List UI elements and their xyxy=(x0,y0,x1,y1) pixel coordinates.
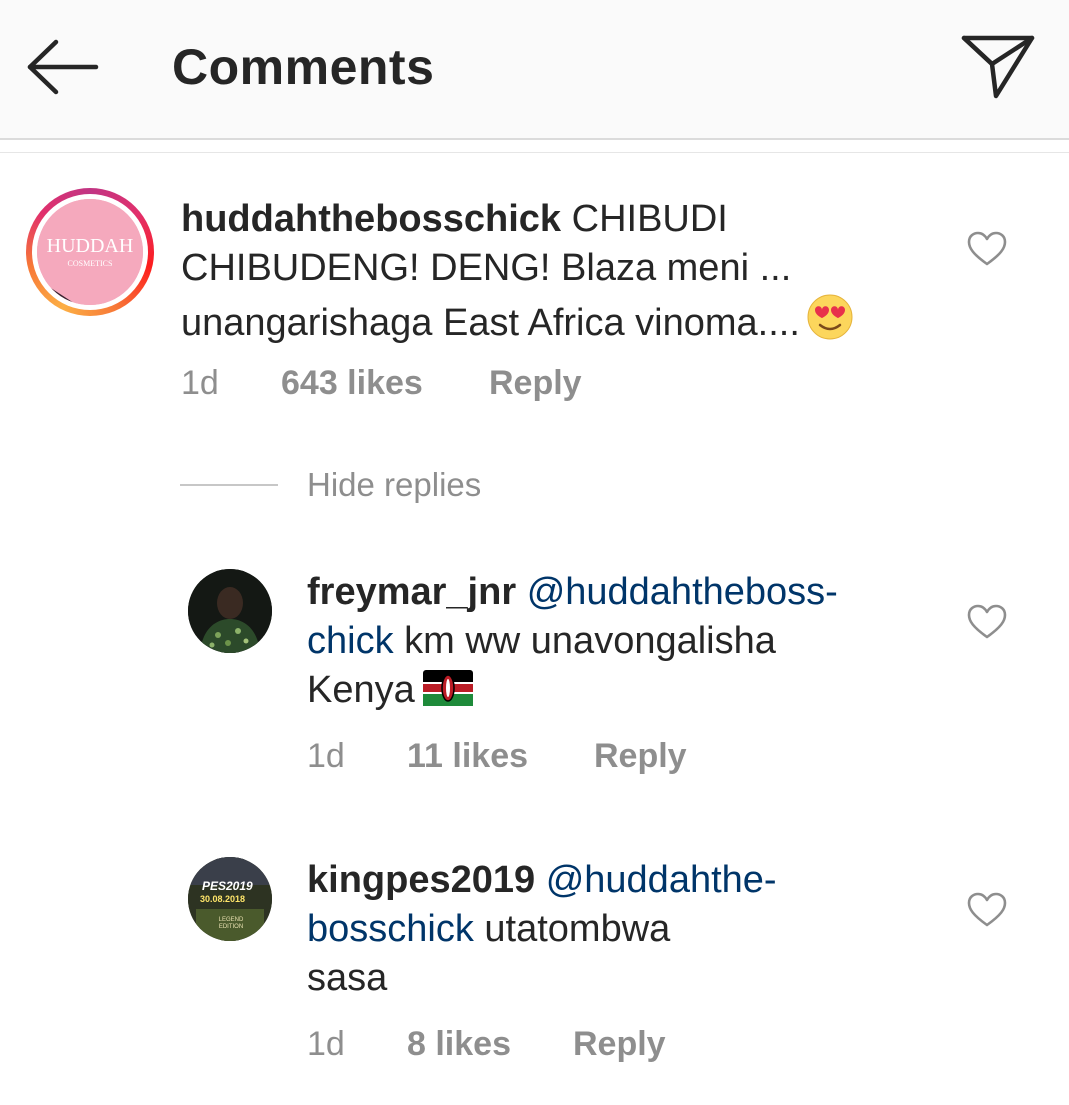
reply-body-end: Kenya xyxy=(307,669,415,711)
avatar[interactable] xyxy=(188,569,272,653)
reply-button[interactable]: Reply xyxy=(594,737,687,776)
reply-username[interactable]: kingpes2019 xyxy=(307,859,535,901)
like-heart-icon[interactable] xyxy=(967,231,1007,267)
kenya-flag-emoji xyxy=(422,670,473,706)
comment-text: huddahthebosschick CHIBUDI CHIBUDENG! DE… xyxy=(181,195,941,348)
avatar-pes-date: 30.08.2018 xyxy=(200,894,246,904)
reply-body: km ww unavongalisha xyxy=(393,620,776,662)
reply-button[interactable]: Reply xyxy=(489,364,582,403)
reply-meta: 1d 11 likes Reply xyxy=(307,737,727,777)
avatar-logo-subtext: COSMETICS xyxy=(67,259,113,268)
reply-likes[interactable]: 8 likes xyxy=(407,1025,511,1064)
hide-replies-label: Hide replies xyxy=(307,466,482,503)
heart-eyes-emoji xyxy=(807,294,853,340)
avatar-logo-text: HUDDAH xyxy=(46,235,134,257)
comment-time: 1d xyxy=(181,364,219,402)
paper-plane-icon xyxy=(961,35,1035,99)
avatar-pes-edition: LEGEND EDITION xyxy=(218,917,244,930)
like-heart-icon[interactable] xyxy=(967,604,1007,640)
comment-meta: 1d 643 likes Reply xyxy=(181,364,681,404)
reply-time: 1d xyxy=(307,1025,345,1063)
reply-body: utatombwa xyxy=(473,908,671,950)
comment-likes[interactable]: 643 likes xyxy=(281,364,423,403)
reply-meta: 1d 8 likes Reply xyxy=(307,1025,727,1065)
like-heart-icon[interactable] xyxy=(967,892,1007,928)
mention-link[interactable]: @huddahthe- xyxy=(546,859,777,901)
reply-likes[interactable]: 11 likes xyxy=(407,737,528,776)
reply-text: freymar_jnr @huddahtheboss- chick km ww … xyxy=(307,568,927,715)
direct-message-button[interactable] xyxy=(958,30,1038,102)
header-divider xyxy=(0,140,1069,153)
page-title: Comments xyxy=(172,39,435,95)
reply-text: kingpes2019 @huddahthe- bosschick utatom… xyxy=(307,856,927,1003)
reply-time: 1d xyxy=(307,737,345,775)
back-button[interactable] xyxy=(24,36,100,98)
header-bar: Comments xyxy=(0,0,1069,140)
reply-username[interactable]: freymar_jnr xyxy=(307,571,516,613)
mention-link-continued[interactable]: chick xyxy=(307,620,394,662)
reply-button[interactable]: Reply xyxy=(573,1025,666,1064)
hide-replies-line xyxy=(180,484,278,486)
reply-body-end: sasa xyxy=(307,957,388,999)
mention-link[interactable]: @huddahtheboss- xyxy=(527,571,838,613)
hide-replies-toggle[interactable]: Hide replies xyxy=(180,466,580,506)
avatar[interactable]: PES2019 30.08.2018 LEGEND EDITION xyxy=(188,857,272,941)
avatar-pes-title: PES2019 xyxy=(202,879,253,893)
avatar[interactable]: HUDDAH COSMETICS xyxy=(37,199,143,305)
mention-link-continued[interactable]: bosschick xyxy=(307,908,474,950)
comment-username[interactable]: huddahthebosschick xyxy=(181,198,561,240)
arrow-left-icon xyxy=(27,39,99,95)
